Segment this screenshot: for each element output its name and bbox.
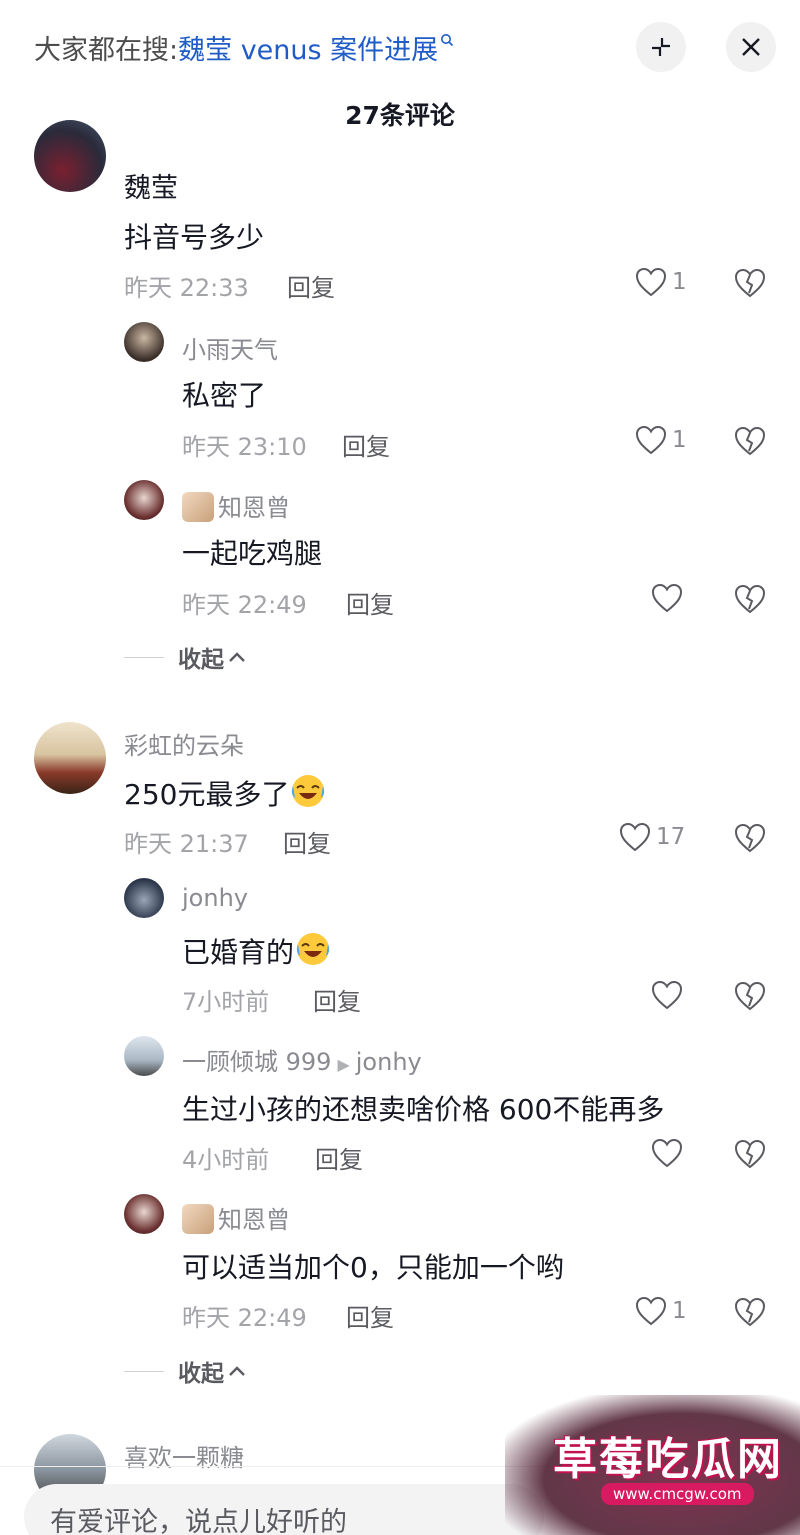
comment-time: 昨天 21:37 (124, 830, 249, 858)
avatar[interactable] (124, 480, 164, 520)
avatar[interactable] (124, 878, 164, 918)
avatar[interactable] (124, 1194, 164, 1234)
comment-text-content: 250元最多了 (124, 778, 290, 811)
search-prefix: 大家都在搜: (34, 35, 179, 66)
reply-button[interactable]: 回复 (313, 982, 361, 1017)
laughing-crying-emoji (292, 775, 325, 807)
chevron-up-icon (229, 652, 245, 662)
like-button[interactable]: 17 (618, 821, 685, 853)
collapse-replies-button[interactable]: 收起 (124, 1354, 246, 1388)
like-button[interactable]: 1 (634, 1295, 687, 1327)
reply-time: 7小时前 (182, 988, 270, 1016)
divider-line (124, 656, 164, 658)
reply-time: 昨天 22:49 (182, 1304, 307, 1332)
broken-heart-icon[interactable] (733, 1295, 767, 1329)
broken-heart-icon[interactable] (733, 821, 767, 855)
comment-time: 昨天 22:33 (124, 274, 249, 302)
collapse-replies-button[interactable]: 收起 (124, 640, 246, 674)
comment-text: 抖音号多少 (124, 221, 265, 254)
laughing-crying-emoji (296, 933, 330, 965)
reply-text: 一起吃鸡腿 (182, 537, 323, 570)
avatar[interactable] (34, 120, 106, 192)
broken-heart-icon[interactable] (733, 266, 767, 300)
comment-username[interactable]: 彩虹的云朵 (124, 726, 244, 761)
avatar[interactable] (124, 322, 164, 362)
reply-username[interactable]: 一顾倾城 999 ▶ jonhy (182, 1042, 422, 1077)
reply-button[interactable]: 回复 (315, 1140, 363, 1175)
like-count: 1 (672, 269, 687, 295)
reply-time: 昨天 22:49 (182, 591, 307, 619)
avatar[interactable] (34, 722, 106, 794)
heart-icon (619, 822, 651, 852)
reply-button[interactable]: 回复 (283, 824, 331, 859)
heart-icon (651, 583, 683, 613)
comment-text: 250元最多了 (124, 772, 327, 813)
user-badge-icon (182, 492, 214, 522)
user-badge-icon (182, 1204, 214, 1234)
search-icon (441, 34, 454, 47)
reply-username-text: 一顾倾城 999 (182, 1048, 332, 1076)
heart-icon (635, 425, 667, 455)
like-button[interactable] (650, 979, 688, 1011)
heart-icon (635, 267, 667, 297)
chevron-up-icon (229, 1366, 245, 1376)
search-suggestion[interactable]: 大家都在搜:魏莹 venus 案件进展 (34, 28, 454, 67)
reply-username[interactable]: 知恩曾 (182, 1200, 290, 1235)
search-keyword-link[interactable]: 魏莹 venus 案件进展 (178, 35, 438, 66)
comment-username[interactable]: 喜欢一颗糖 (124, 1438, 244, 1473)
reply-username-text: 知恩曾 (218, 1206, 290, 1234)
like-count: 17 (656, 824, 686, 850)
broken-heart-icon[interactable] (733, 979, 767, 1013)
reply-text-content: 已婚育的 (182, 936, 295, 969)
heart-icon (651, 1138, 683, 1168)
reply-to-username[interactable]: jonhy (356, 1048, 422, 1076)
close-button[interactable] (726, 22, 776, 72)
reply-button[interactable]: 回复 (346, 1298, 394, 1333)
collapse-button[interactable] (636, 22, 686, 72)
comment-input[interactable]: 有爱评论，说点儿好听的 (24, 1484, 544, 1535)
reply-text: 生过小孩的还想卖啥价格 600不能再多 (182, 1093, 665, 1126)
comment-username[interactable]: 魏莹 (124, 166, 178, 205)
watermark-url: www.cmcgw.com (601, 1483, 754, 1505)
reply-button[interactable]: 回复 (346, 585, 394, 620)
comment-input-placeholder: 有爱评论，说点儿好听的 (50, 1507, 347, 1535)
reply-username[interactable]: 小雨天气 (182, 330, 278, 365)
reply-button[interactable]: 回复 (342, 427, 390, 462)
comment-count-title: 27条评论 (345, 101, 455, 130)
watermark-title: 草莓吃瓜网 (553, 1434, 783, 1485)
collapse-label: 收起 (178, 1361, 224, 1387)
collapse-label: 收起 (178, 647, 224, 673)
reply-username-text: 知恩曾 (218, 494, 290, 522)
reply-time: 昨天 23:10 (182, 433, 307, 461)
collapse-icon (652, 38, 670, 56)
watermark: 草莓吃瓜网 www.cmcgw.com (505, 1395, 800, 1535)
like-button[interactable]: 1 (634, 266, 687, 298)
reply-text: 私密了 (182, 379, 267, 412)
like-count: 1 (672, 427, 687, 453)
like-count: 1 (672, 1298, 687, 1324)
reply-username[interactable]: jonhy (182, 884, 248, 912)
heart-icon (635, 1296, 667, 1326)
close-icon (742, 38, 760, 56)
like-button[interactable] (650, 1137, 688, 1169)
broken-heart-icon[interactable] (733, 1137, 767, 1171)
divider-line (124, 1370, 164, 1372)
broken-heart-icon[interactable] (733, 424, 767, 458)
reply-button[interactable]: 回复 (287, 268, 335, 303)
like-button[interactable]: 1 (634, 424, 687, 456)
reply-arrow-icon: ▶ (337, 1055, 350, 1074)
broken-heart-icon[interactable] (733, 582, 767, 616)
avatar[interactable] (124, 1036, 164, 1076)
reply-time: 4小时前 (182, 1146, 270, 1174)
reply-username[interactable]: 知恩曾 (182, 488, 290, 523)
reply-text: 已婚育的 (182, 930, 332, 971)
reply-text: 可以适当加个0，只能加一个哟 (182, 1251, 564, 1284)
like-button[interactable] (650, 582, 688, 614)
heart-icon (651, 980, 683, 1010)
